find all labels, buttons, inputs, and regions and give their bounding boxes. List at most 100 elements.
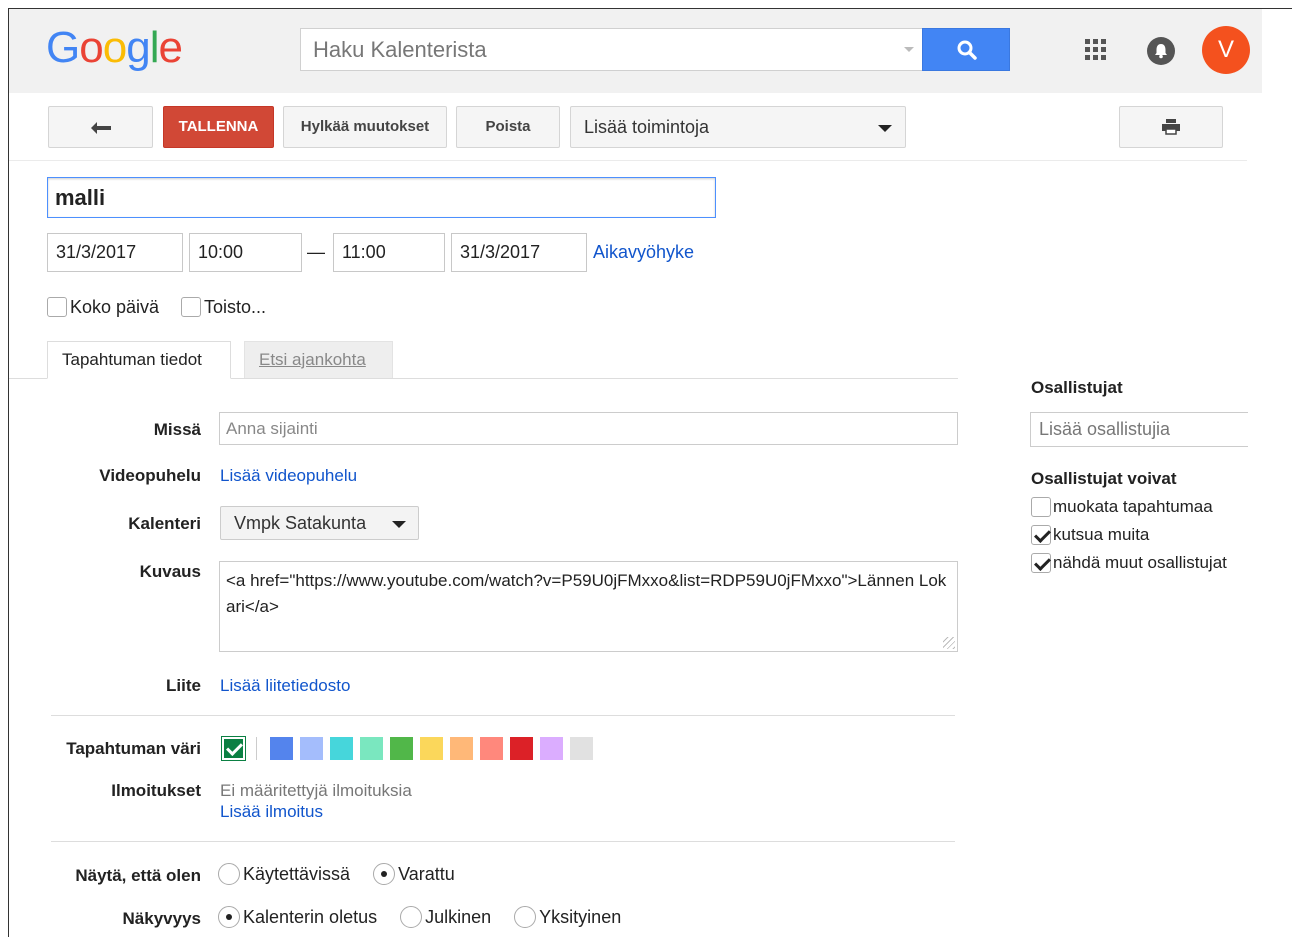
color-swatch-selected[interactable] [221, 736, 246, 761]
back-button[interactable] [48, 106, 153, 148]
perm-invite-checkbox[interactable] [1031, 524, 1051, 545]
dropdown-arrow-icon [878, 125, 892, 132]
start-date-field[interactable]: 31/3/2017 [47, 233, 183, 272]
available-radio[interactable] [218, 863, 240, 886]
available-label: Käytettävissä [243, 863, 351, 884]
perm-see-list-checkbox[interactable] [1031, 552, 1051, 573]
busy-label: Varattu [398, 863, 455, 884]
swatch-divider [256, 737, 257, 760]
search-box [300, 28, 924, 71]
calendar-select[interactable]: Vmpk Satakunta [220, 506, 419, 540]
right-edge-clip [1248, 380, 1292, 937]
repeat-option[interactable]: Toisto... [181, 296, 266, 318]
end-time-field[interactable]: 11:00 [333, 233, 445, 272]
account-avatar[interactable]: V [1202, 26, 1250, 74]
tab-find-time[interactable]: Etsi ajankohta [244, 341, 393, 379]
search-options-caret-icon[interactable] [904, 47, 914, 52]
save-button[interactable]: TALLENNA [163, 106, 274, 148]
busy-radio[interactable] [373, 863, 396, 886]
perm-see-list-label: nähdä muut osallistujat [1053, 552, 1227, 572]
app-header: Google V [9, 9, 1262, 93]
all-day-label: Koko päivä [70, 296, 160, 317]
add-guests-input[interactable]: Lisää osallistujia [1030, 412, 1260, 447]
delete-button[interactable]: Poista [456, 106, 560, 148]
event-title-input[interactable]: malli [47, 177, 716, 218]
section-divider [51, 715, 955, 716]
visibility-private-option[interactable]: Yksityinen [514, 906, 622, 929]
notifications-label: Ilmoitukset [111, 781, 201, 800]
time-range-dash: — [307, 242, 325, 262]
timezone-link[interactable]: Aikavyöhyke [593, 242, 694, 263]
visibility-default-option[interactable]: Kalenterin oletus [218, 906, 378, 929]
perm-see-list-option[interactable]: nähdä muut osallistujat [1031, 552, 1227, 573]
color-swatch[interactable] [540, 737, 563, 760]
resize-grip-icon[interactable] [943, 637, 955, 649]
color-swatch[interactable] [360, 737, 383, 760]
visibility-public-option[interactable]: Julkinen [400, 906, 492, 929]
attachment-label: Liite [166, 676, 201, 695]
video-call-label: Videopuhelu [99, 466, 201, 485]
color-swatch[interactable] [420, 737, 443, 760]
description-textarea[interactable]: <a href="https://www.youtube.com/watch?v… [219, 561, 958, 652]
search-button[interactable] [922, 28, 1010, 71]
color-swatch[interactable] [390, 737, 413, 760]
perm-invite-option[interactable]: kutsua muita [1031, 524, 1149, 545]
back-arrow-icon [90, 122, 111, 134]
more-actions-dropdown[interactable]: Lisää toimintoja [570, 106, 906, 148]
perm-modify-checkbox[interactable] [1031, 496, 1051, 517]
printer-icon [1162, 119, 1180, 135]
default-radio[interactable] [218, 906, 240, 929]
notifications-bell-icon[interactable] [1147, 37, 1175, 65]
more-actions-label: Lisää toimintoja [584, 117, 710, 137]
guests-heading: Osallistujat [1031, 378, 1123, 397]
calendar-select-value: Vmpk Satakunta [234, 513, 367, 533]
no-notifications-text: Ei määritettyjä ilmoituksia [220, 781, 412, 800]
color-swatch[interactable] [330, 737, 353, 760]
color-swatch[interactable] [300, 737, 323, 760]
perm-invite-label: kutsua muita [1053, 524, 1150, 544]
public-radio[interactable] [400, 906, 423, 929]
add-video-call-link[interactable]: Lisää videopuhelu [220, 466, 357, 486]
color-swatch[interactable] [450, 737, 473, 760]
dropdown-arrow-icon [392, 521, 406, 528]
calendar-label: Kalenteri [128, 514, 201, 533]
where-label: Missä [153, 420, 201, 439]
description-text: <a href="https://www.youtube.com/watch?v… [226, 571, 947, 616]
private-radio[interactable] [514, 906, 537, 929]
default-label: Kalenterin oletus [243, 906, 378, 927]
color-swatch[interactable] [510, 737, 533, 760]
apps-grid-icon[interactable] [1085, 39, 1107, 61]
add-notification-link[interactable]: Lisää ilmoitus [220, 802, 323, 822]
all-day-option[interactable]: Koko päivä [47, 296, 159, 318]
perm-modify-option[interactable]: muokata tapahtumaa [1031, 496, 1213, 517]
color-swatch[interactable] [570, 737, 593, 760]
public-label: Julkinen [425, 906, 492, 927]
all-day-checkbox[interactable] [47, 297, 67, 318]
start-time-field[interactable]: 10:00 [189, 233, 302, 272]
search-input[interactable] [301, 29, 881, 70]
tab-event-details[interactable]: Tapahtuman tiedot [47, 341, 231, 379]
repeat-checkbox[interactable] [181, 297, 201, 318]
google-logo[interactable]: Google [46, 23, 183, 73]
color-swatch[interactable] [480, 737, 503, 760]
perm-modify-label: muokata tapahtumaa [1053, 496, 1213, 516]
show-as-busy-option[interactable]: Varattu [373, 863, 455, 886]
search-icon [957, 40, 977, 60]
show-as-options: Käytettävissä Varattu [218, 863, 473, 886]
end-date-field[interactable]: 31/3/2017 [451, 233, 587, 272]
discard-changes-button[interactable]: Hylkää muutokset [283, 106, 447, 148]
event-color-label: Tapahtuman väri [66, 739, 201, 758]
visibility-options: Kalenterin oletus Julkinen Yksityinen [218, 906, 639, 929]
guest-permissions-heading: Osallistujat voivat [1031, 469, 1177, 488]
color-swatch[interactable] [270, 737, 293, 760]
description-label: Kuvaus [139, 562, 201, 581]
section-divider [51, 841, 955, 842]
toolbar-divider [9, 160, 1247, 161]
repeat-label: Toisto... [204, 296, 267, 317]
private-label: Yksityinen [539, 906, 622, 927]
location-input[interactable]: Anna sijainti [219, 412, 958, 445]
add-attachment-link[interactable]: Lisää liitetiedosto [220, 676, 350, 696]
print-button[interactable] [1119, 106, 1223, 148]
show-as-available-option[interactable]: Käytettävissä [218, 863, 351, 886]
visibility-label: Näkyvyys [122, 909, 201, 928]
